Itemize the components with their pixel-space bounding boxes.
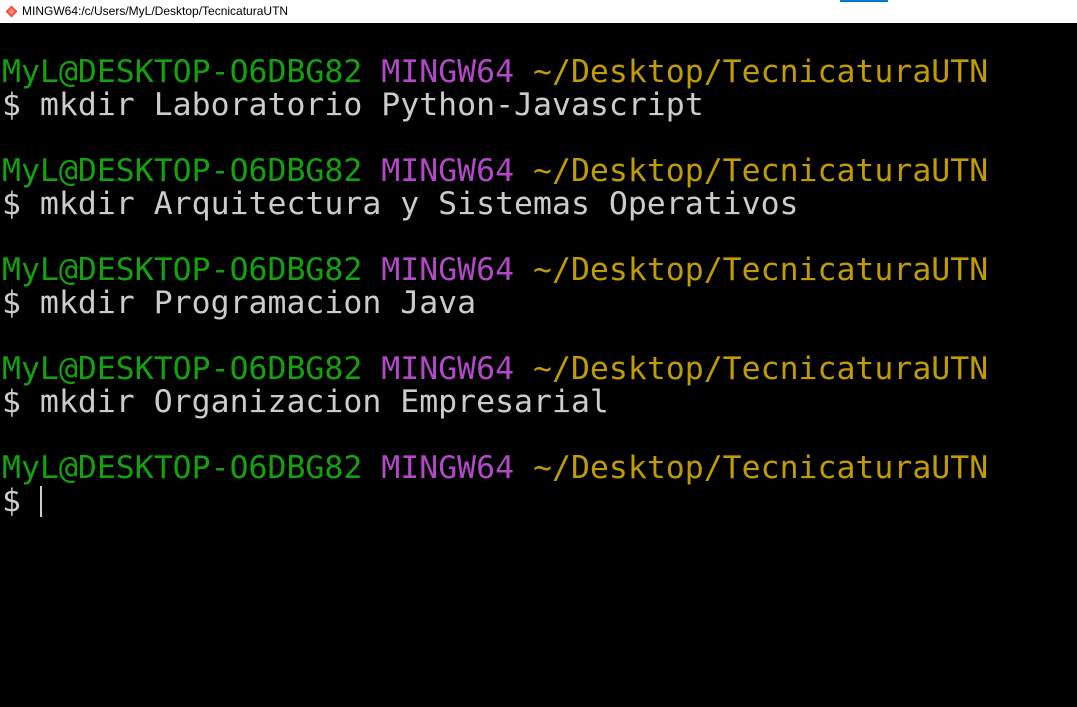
prompt-environment: MINGW64: [381, 54, 515, 90]
terminal-output[interactable]: MyL@DESKTOP-O6DBG82 MINGW64 ~/Desktop/Te…: [0, 23, 1077, 707]
text-cursor: [39, 486, 42, 517]
prompt-environment: MINGW64: [381, 153, 515, 189]
window-title: MINGW64:/c/Users/MyL/Desktop/Tecnicatura…: [22, 4, 289, 18]
prompt-line: MyL@DESKTOP-O6DBG82 MINGW64 ~/Desktop/Te…: [2, 56, 988, 89]
prompt-path: ~/Desktop/TecnicaturaUTN: [533, 153, 989, 189]
command-text: $ mkdir Arquitectura y Sistemas Operativ…: [2, 186, 799, 222]
prompt-user-host: MyL@DESKTOP-O6DBG82: [2, 54, 363, 90]
command-line: $ mkdir Arquitectura y Sistemas Operativ…: [2, 188, 799, 221]
prompt-user-host: MyL@DESKTOP-O6DBG82: [2, 153, 363, 189]
git-bash-icon: [5, 5, 18, 18]
command-text: $ mkdir Organizacion Empresarial: [2, 384, 609, 420]
prompt-user-host: MyL@DESKTOP-O6DBG82: [2, 351, 363, 387]
prompt-environment: MINGW64: [381, 351, 515, 387]
prompt-line: MyL@DESKTOP-O6DBG82 MINGW64 ~/Desktop/Te…: [2, 452, 988, 485]
prompt-path: ~/Desktop/TecnicaturaUTN: [533, 252, 989, 288]
prompt-path: ~/Desktop/TecnicaturaUTN: [533, 54, 989, 90]
title-accent-bar: [840, 0, 888, 2]
title-bar[interactable]: MINGW64:/c/Users/MyL/Desktop/Tecnicatura…: [0, 0, 1077, 23]
command-line: $ mkdir Laboratorio Python-Javascript: [2, 89, 704, 122]
prompt-environment: MINGW64: [381, 252, 515, 288]
prompt-line: MyL@DESKTOP-O6DBG82 MINGW64 ~/Desktop/Te…: [2, 254, 988, 287]
command-prompt-symbol: $: [2, 483, 40, 519]
prompt-path: ~/Desktop/TecnicaturaUTN: [533, 450, 989, 486]
terminal-window: MINGW64:/c/Users/MyL/Desktop/Tecnicatura…: [0, 0, 1077, 707]
command-line: $ mkdir Programacion Java: [2, 287, 476, 320]
prompt-line: MyL@DESKTOP-O6DBG82 MINGW64 ~/Desktop/Te…: [2, 155, 988, 188]
prompt-environment: MINGW64: [381, 450, 515, 486]
command-text: $ mkdir Programacion Java: [2, 285, 477, 321]
prompt-user-host: MyL@DESKTOP-O6DBG82: [2, 252, 363, 288]
prompt-line: MyL@DESKTOP-O6DBG82 MINGW64 ~/Desktop/Te…: [2, 353, 988, 386]
active-command-line[interactable]: $: [2, 485, 42, 518]
prompt-path: ~/Desktop/TecnicaturaUTN: [533, 351, 989, 387]
prompt-user-host: MyL@DESKTOP-O6DBG82: [2, 450, 363, 486]
command-text: $ mkdir Laboratorio Python-Javascript: [2, 87, 704, 123]
command-line: $ mkdir Organizacion Empresarial: [2, 386, 609, 419]
